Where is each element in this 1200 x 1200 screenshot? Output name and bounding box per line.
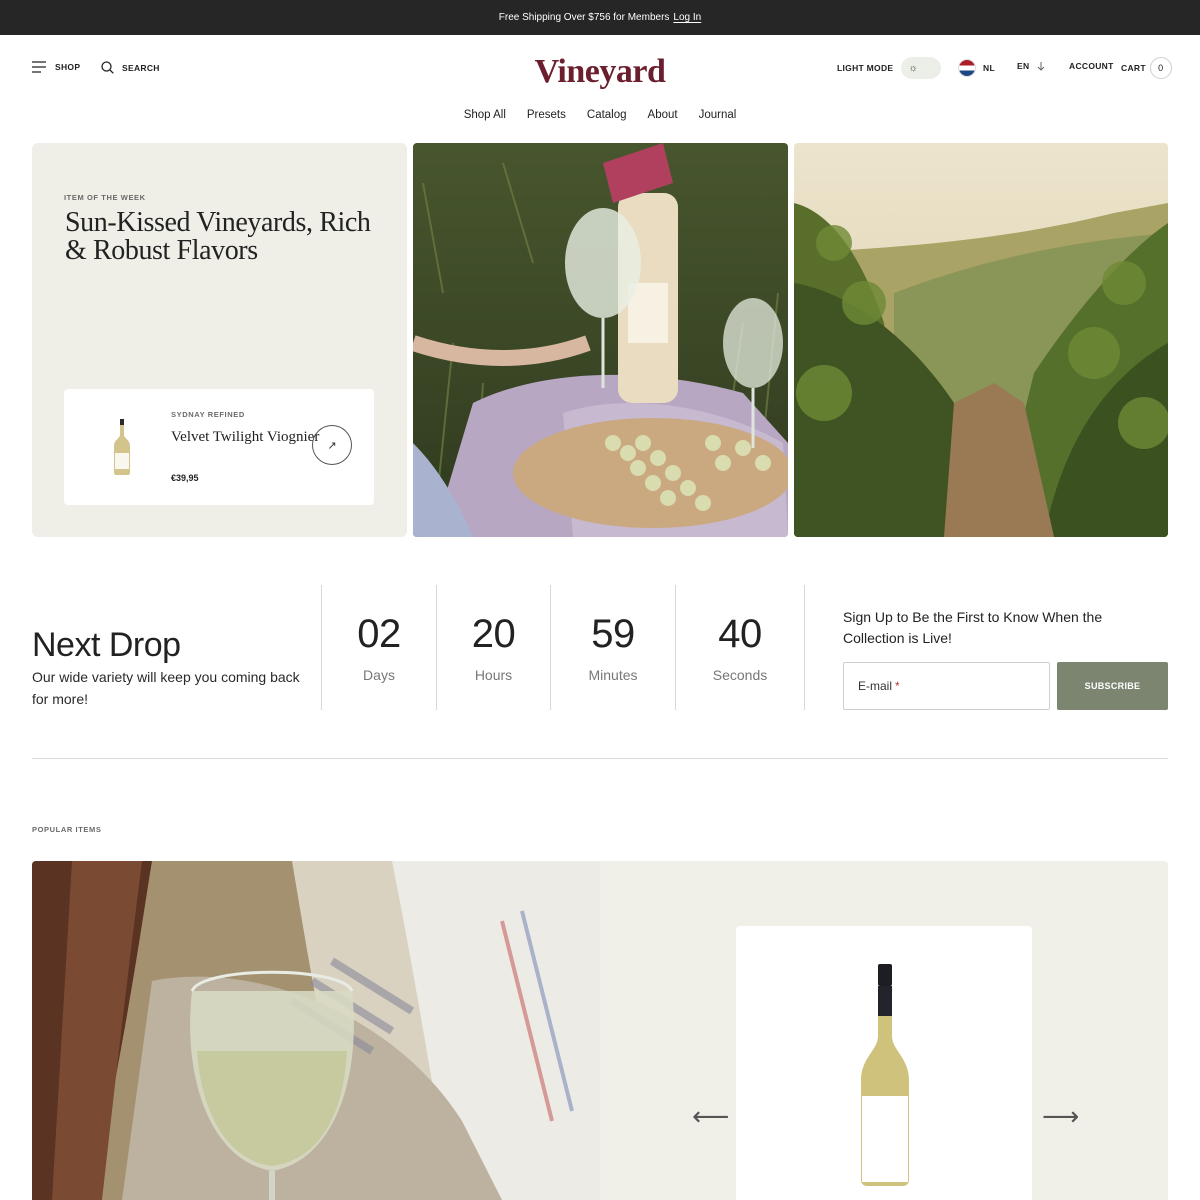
signup-text: Sign Up to Be the First to Know When the…: [843, 609, 1103, 646]
nav-shop-all[interactable]: Shop All: [464, 109, 506, 121]
announcement-text: Free Shipping Over $756 for Members: [498, 12, 670, 23]
hero-title: Sun-Kissed Vineyards, Rich & Robust Flav…: [65, 207, 371, 266]
arrow-up-right-icon: ↗: [327, 439, 337, 452]
product-brand: SYDNAY REFINED: [171, 410, 245, 419]
wine-bottle-image: [114, 419, 130, 475]
arrow-down-icon: [1038, 61, 1045, 71]
account-link[interactable]: ACCOUNT: [1069, 61, 1114, 71]
arrow-right-icon[interactable]: ⟶: [1042, 1103, 1079, 1129]
next-drop-subtitle: Our wide variety will keep you coming ba…: [32, 669, 300, 707]
popular-product-panel: ⟵ ⟶: [600, 861, 1168, 1200]
light-mode-toggle[interactable]: LIGHT MODE ☼: [837, 57, 942, 79]
countdown-label: Minutes: [588, 667, 638, 683]
country-code: NL: [983, 63, 995, 73]
main-nav: Shop All Presets Catalog About Journal: [0, 109, 1200, 121]
email-field[interactable]: E-mail *: [843, 662, 1050, 710]
countdown-value: 02: [357, 612, 401, 656]
light-mode-label: LIGHT MODE: [837, 63, 894, 73]
popular-product-card[interactable]: [736, 926, 1032, 1200]
cart-label: CART: [1121, 63, 1146, 73]
account-label: ACCOUNT: [1069, 61, 1114, 71]
countdown-label: Hours: [474, 667, 513, 683]
next-drop-title: Next Drop: [32, 626, 181, 664]
countdown-label: Days: [363, 667, 395, 683]
featured-product-card[interactable]: SYDNAY REFINED Velvet Twilight Viognier …: [64, 389, 374, 505]
nav-presets[interactable]: Presets: [527, 109, 566, 121]
popular-items-label: POPULAR ITEMS: [32, 825, 102, 834]
section-divider: [32, 758, 1168, 759]
countdown-label: Seconds: [712, 667, 768, 683]
item-of-week-card: ITEM OF THE WEEK Sun-Kissed Vineyards, R…: [32, 143, 407, 537]
announcement-bar: Free Shipping Over $756 for Members Log …: [0, 0, 1200, 35]
cart-count-badge: 0: [1149, 57, 1172, 79]
white-wine-glass-photo: [32, 861, 600, 1200]
countdown-value: 59: [591, 612, 635, 656]
netherlands-flag-icon: [959, 60, 975, 76]
product-name: Velvet Twilight Viognier: [171, 429, 320, 445]
sun-icon: ☼: [908, 62, 919, 74]
vineyard-photo: [794, 143, 1168, 537]
country-selector[interactable]: NL: [959, 60, 995, 76]
arrow-left-icon[interactable]: ⟵: [692, 1103, 729, 1129]
site-header: SHOP SEARCH Vineyard LIGHT MODE ☼ NL EN …: [0, 35, 1200, 121]
cart-button[interactable]: CART 0: [1121, 57, 1172, 79]
nav-catalog[interactable]: Catalog: [587, 109, 627, 121]
email-placeholder: E-mail: [858, 679, 893, 693]
language-selector[interactable]: EN: [1017, 61, 1045, 71]
countdown-hours: 20 Hours: [437, 612, 550, 683]
login-link[interactable]: Log In: [673, 12, 701, 23]
countdown-value: 40: [718, 612, 762, 656]
product-price: €39,95: [171, 473, 199, 483]
theme-switch[interactable]: ☼: [901, 57, 942, 79]
countdown-seconds: 40 Seconds: [676, 612, 804, 683]
countdown-minutes: 59 Minutes: [551, 612, 675, 683]
wine-bottle-image: [861, 964, 909, 1186]
product-link-button[interactable]: ↗: [312, 425, 352, 465]
nav-about[interactable]: About: [648, 109, 678, 121]
nav-journal[interactable]: Journal: [699, 109, 737, 121]
site-logo[interactable]: Vineyard: [0, 53, 1200, 91]
picnic-photo: [413, 143, 788, 537]
required-asterisk: *: [895, 679, 900, 693]
countdown-value: 20: [471, 612, 516, 656]
language-code: EN: [1017, 61, 1030, 71]
divider: [804, 585, 805, 710]
hero-eyebrow: ITEM OF THE WEEK: [64, 193, 146, 202]
countdown-days: 02 Days: [322, 612, 436, 683]
subscribe-button[interactable]: SUBSCRIBE: [1057, 662, 1168, 710]
